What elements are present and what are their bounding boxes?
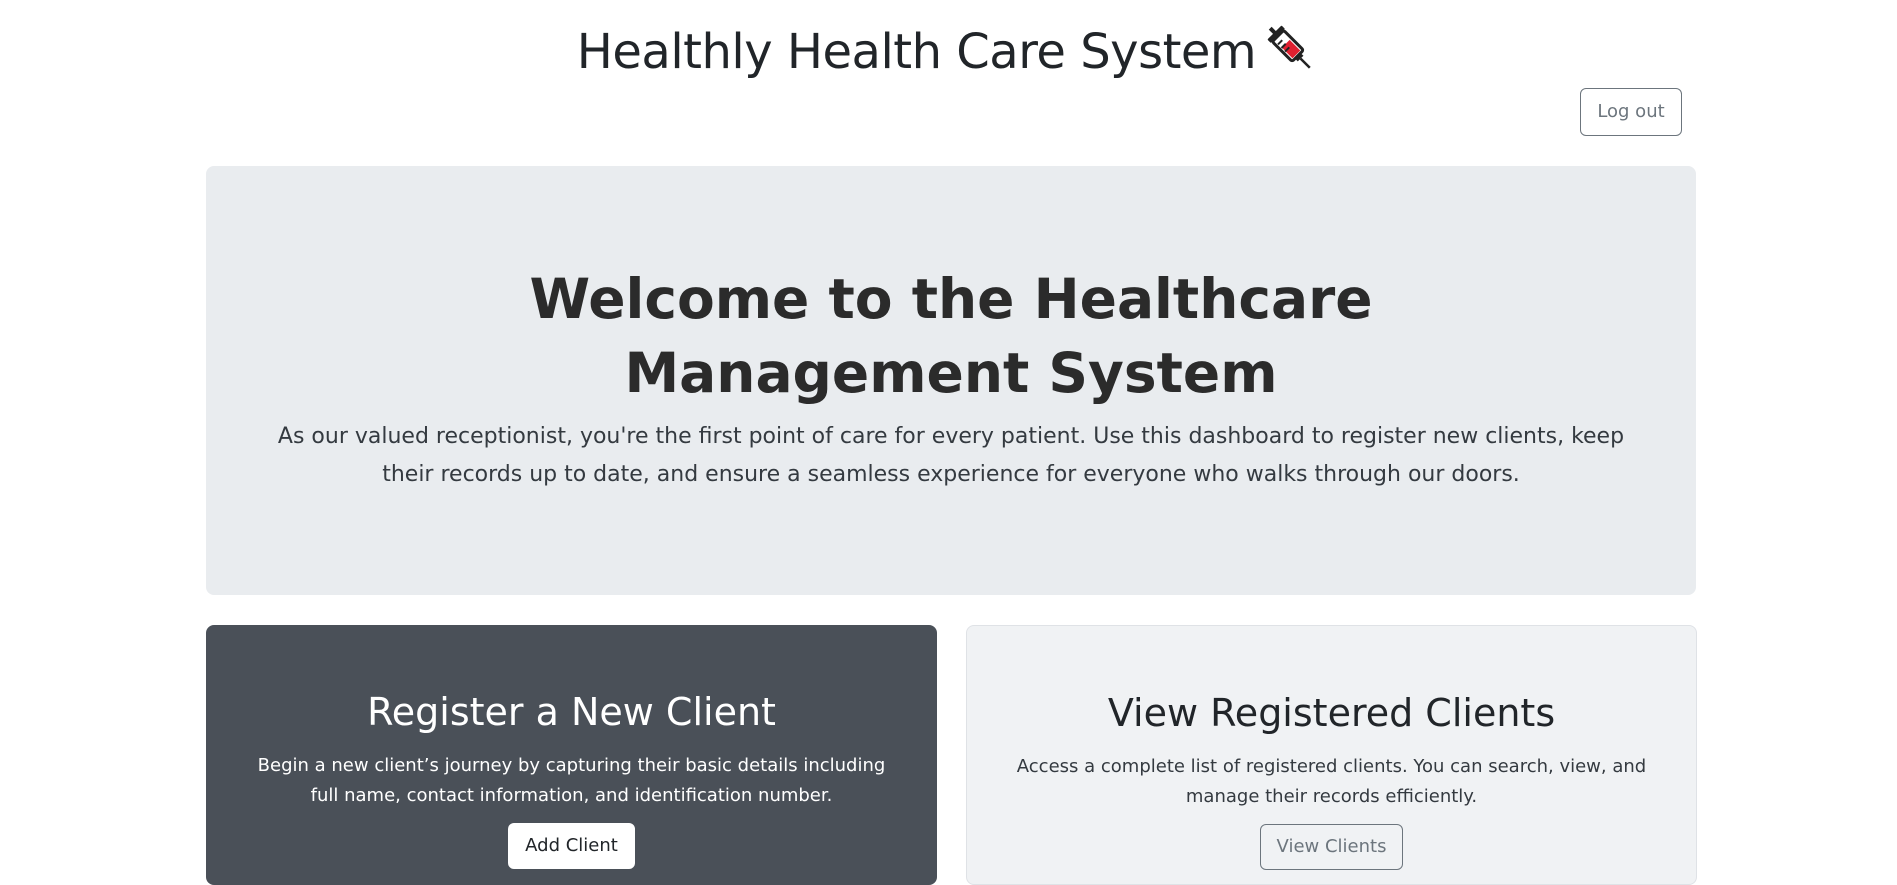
view-clients-card: View Registered Clients Access a complet… bbox=[966, 625, 1697, 885]
hero-title: Welcome to the Healthcare Management Sys… bbox=[529, 267, 1373, 405]
register-card-title: Register a New Client bbox=[367, 690, 776, 734]
app-title-text: Healthly Health Care System bbox=[576, 24, 1257, 80]
view-clients-button[interactable]: View Clients bbox=[1259, 824, 1404, 870]
view-card-description: Access a complete list of registered cli… bbox=[1016, 756, 1647, 807]
app-header: Healthly Health Care System Log out bbox=[0, 0, 1897, 150]
logout-button[interactable]: Log out bbox=[1580, 88, 1682, 136]
syringe-icon bbox=[1260, 18, 1320, 78]
app-title: Healthly Health Care System bbox=[0, 18, 1897, 84]
register-card-description: Begin a new client’s journey by capturin… bbox=[257, 755, 886, 806]
welcome-hero: Welcome to the Healthcare Management Sys… bbox=[206, 166, 1696, 595]
view-card-title: View Registered Clients bbox=[1107, 691, 1556, 735]
hero-description: As our valued receptionist, you're the f… bbox=[277, 424, 1625, 487]
register-client-card: Register a New Client Begin a new client… bbox=[206, 625, 937, 885]
add-client-button[interactable]: Add Client bbox=[508, 823, 635, 869]
